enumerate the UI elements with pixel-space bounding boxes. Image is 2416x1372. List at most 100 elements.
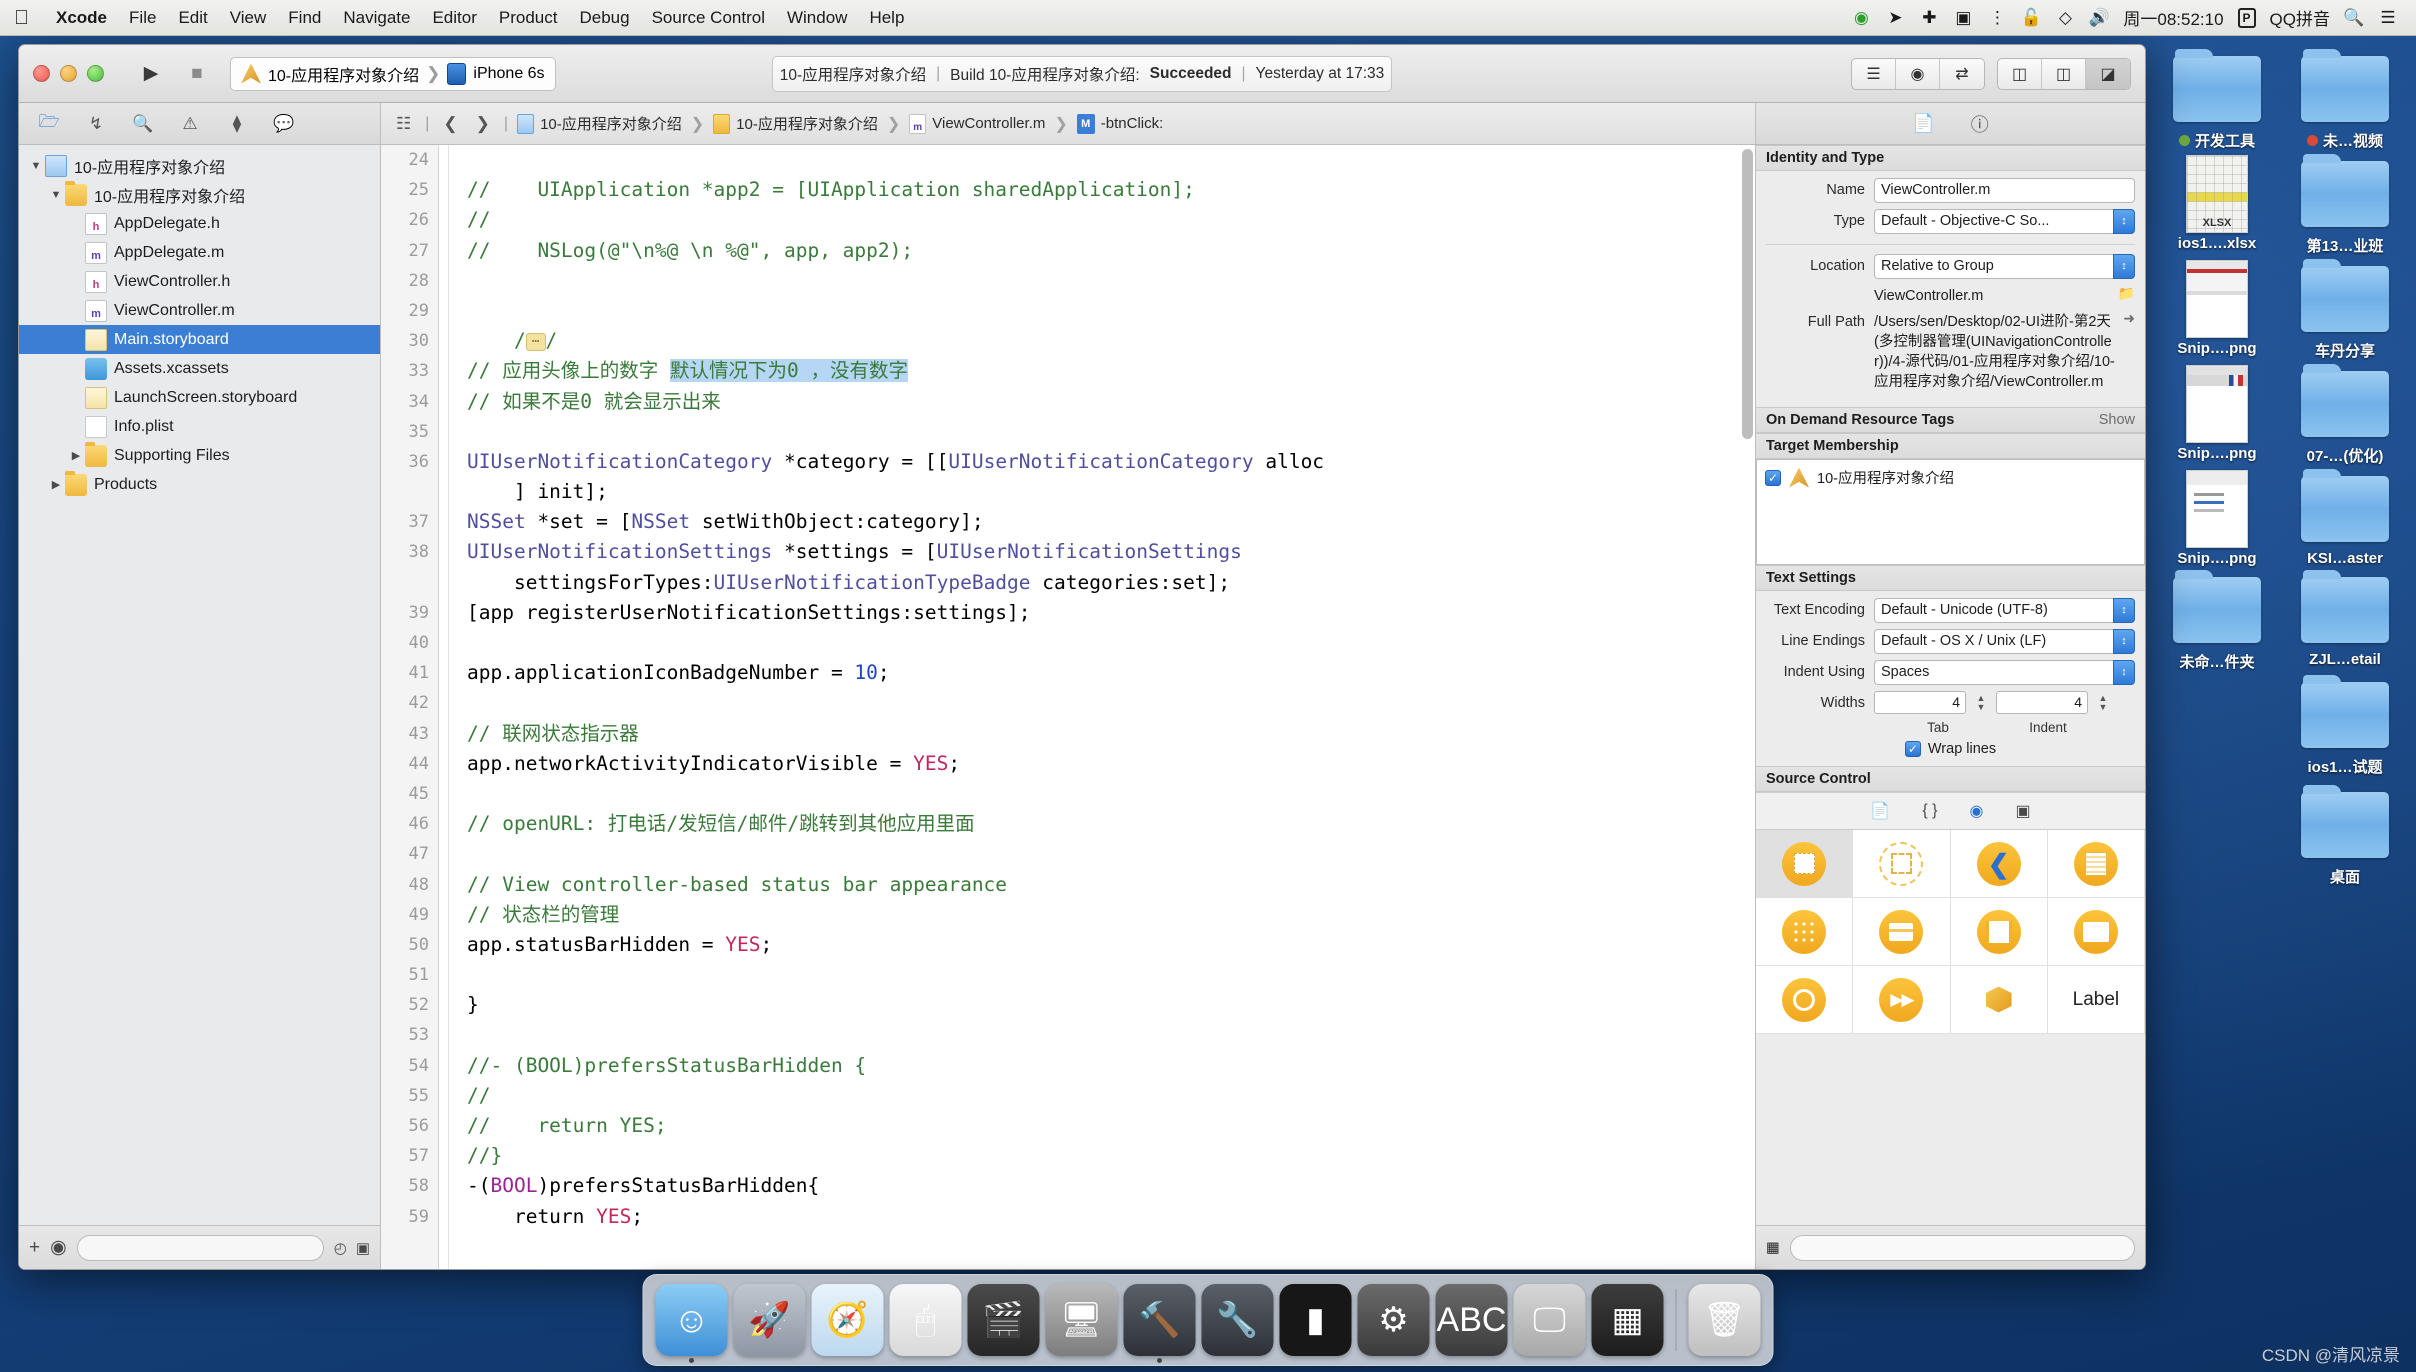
code-line[interactable]: UIUserNotificationSettings *settings = [… — [467, 537, 1755, 567]
filter-icon[interactable]: ◉ — [50, 1236, 67, 1259]
toggle-inspector-button[interactable]: ◪ — [2086, 58, 2130, 89]
tree-item[interactable]: Assets.xcassets — [19, 354, 380, 383]
tree-item[interactable]: ▼ 10-应用程序对象介绍 — [19, 151, 380, 180]
code-line[interactable] — [467, 839, 1755, 869]
tree-item[interactable]: h ViewController.h — [19, 267, 380, 296]
disclosure-open-icon[interactable]: ▼ — [47, 189, 65, 201]
menu-source-control[interactable]: Source Control — [641, 8, 776, 28]
code-line[interactable]: // 应用头像上的数字 默认情况下为0 ，没有数字 — [467, 356, 1755, 386]
zoom-window-button[interactable] — [87, 65, 104, 82]
toggle-navigator-button[interactable]: ◫ — [1998, 58, 2042, 89]
code-line[interactable] — [467, 688, 1755, 718]
desktop-icon[interactable]: 第13…业班 — [2284, 154, 2406, 256]
dropbox-icon[interactable]: ◇ — [2055, 8, 2075, 28]
code-line[interactable] — [467, 1020, 1755, 1050]
code-line[interactable]: } — [467, 990, 1755, 1020]
search-navigator-tab[interactable]: 🔍 — [121, 108, 165, 140]
tv-item[interactable] — [2047, 898, 2145, 966]
go-back-button[interactable]: ❮ — [438, 114, 462, 134]
panel-toggle-segments[interactable]: ◫ ◫ ◪ — [1997, 57, 2131, 90]
standard-editor-button[interactable]: ☰ — [1852, 58, 1896, 89]
menu-xcode[interactable]: Xcode — [45, 8, 118, 28]
playback-item[interactable]: ▶▶ — [1853, 966, 1951, 1034]
desktop-icon[interactable]: 07-…(优化) — [2284, 364, 2406, 466]
file-inspector-tab[interactable]: 📄 — [1912, 113, 1934, 134]
on-demand-resource-tags-header[interactable]: On Demand Resource Tags Show — [1756, 407, 2145, 433]
dock-xtrans-icon[interactable]: ABC — [1435, 1284, 1508, 1356]
code-editor[interactable]: 24 25 26 27 28 29 30 33 34 35 36 37 38 39 40 41 42 43 44… — [381, 145, 1755, 1269]
target-checkbox[interactable]: ✓ — [1765, 469, 1781, 486]
object-ghost-item[interactable] — [1853, 830, 1951, 898]
source-control-navigator-tab[interactable]: ↯ — [74, 108, 118, 140]
label-item[interactable]: Label — [2047, 966, 2145, 1034]
go-forward-button[interactable]: ❯ — [471, 114, 495, 134]
wrap-lines-row[interactable]: ✓ Wrap lines — [1766, 741, 2135, 757]
code-line[interactable]: app.networkActivityIndicatorVisible = YE… — [467, 749, 1755, 779]
source-code-text[interactable]: // UIApplication *app2 = [UIApplication … — [449, 145, 1755, 1269]
code-line[interactable]: // UIApplication *app2 = [UIApplication … — [467, 175, 1755, 205]
breadcrumb-symbol[interactable]: M -btnClick: — [1076, 113, 1163, 134]
code-line[interactable]: return YES; — [467, 1202, 1755, 1232]
dock-calculator-icon[interactable]: ▦ — [1591, 1284, 1664, 1356]
report-navigator-tab[interactable]: 💬 — [262, 108, 306, 140]
code-line[interactable]: NSSet *set = [NSSet setWithObject:catego… — [467, 507, 1755, 537]
indent-using-popup[interactable]: Spaces ↕ — [1874, 660, 2135, 685]
tab-width-stepper[interactable]: ▲ ▼ — [1974, 691, 1988, 714]
dock-quicktime-icon[interactable]: 🎬 — [967, 1284, 1040, 1356]
quick-help-tab[interactable]: ⓘ — [1971, 111, 1989, 137]
line-endings-popup[interactable]: Default - OS X / Unix (LF) ↕ — [1874, 629, 2135, 654]
code-line[interactable] — [467, 779, 1755, 809]
menu-find[interactable]: Find — [277, 8, 332, 28]
version-editor-button[interactable]: ⇄ — [1940, 59, 1984, 89]
target-membership-list[interactable]: ✓ 10-应用程序对象介绍 — [1756, 459, 2145, 565]
media-library-tab[interactable]: ▣ — [2015, 801, 2030, 821]
tree-item[interactable]: m ViewController.m — [19, 296, 380, 325]
tree-item[interactable]: Main.storyboard — [19, 325, 380, 354]
menu-window[interactable]: Window — [776, 8, 858, 28]
editor-scrollbar[interactable] — [1742, 149, 1753, 439]
disclosure-closed-icon[interactable]: ▶ — [47, 478, 65, 491]
disclosure-closed-icon[interactable]: ▶ — [67, 449, 85, 462]
code-line[interactable]: app.applicationIconBadgeNumber = 10; — [467, 658, 1755, 688]
tree-item[interactable]: Info.plist — [19, 412, 380, 441]
target-membership-header[interactable]: Target Membership — [1756, 433, 2145, 459]
dock-finder-icon[interactable] — [655, 1284, 728, 1363]
editor-mode-segments[interactable]: ☰ ◉ ⇄ — [1851, 57, 1985, 90]
code-line[interactable] — [467, 628, 1755, 658]
dock-launchpad-icon[interactable]: 🚀 — [733, 1284, 806, 1356]
target-row[interactable]: ✓ 10-应用程序对象介绍 — [1765, 467, 2136, 488]
input-method-label[interactable]: QQ拼音 — [2270, 5, 2330, 30]
fold-ribbon[interactable] — [439, 145, 449, 1269]
collection-view-item[interactable] — [1756, 898, 1854, 966]
location-popup[interactable]: Relative to Group ↕ — [1874, 254, 2135, 279]
text-settings-header[interactable]: Text Settings — [1756, 565, 2145, 591]
desktop-icon[interactable]: XLSX ios1….xlsx — [2156, 155, 2278, 256]
card-item[interactable] — [1853, 898, 1951, 966]
tab-width-field[interactable]: 4 — [1874, 691, 1966, 714]
related-items-icon[interactable]: ☷ — [391, 114, 416, 134]
dock-xcode-beta-icon[interactable]: 🔧 — [1201, 1284, 1274, 1356]
input-method-badge-icon[interactable]: P — [2237, 7, 2256, 28]
menu-file[interactable]: File — [118, 8, 167, 28]
code-line[interactable]: //- (BOOL)prefersStatusBarHidden { — [467, 1051, 1755, 1081]
run-button[interactable]: ▶ — [128, 57, 174, 91]
object-library-grid[interactable]: ❮ ▶▶ Label — [1756, 830, 2145, 1034]
code-line[interactable]: // 状态栏的管理 — [467, 900, 1755, 930]
table-view-item[interactable] — [2047, 830, 2145, 898]
navigator-filter-input[interactable] — [76, 1234, 324, 1261]
ring-item[interactable] — [1756, 966, 1854, 1034]
indent-width-stepper[interactable]: ▲ ▼ — [2096, 691, 2110, 714]
code-line[interactable]: -(BOOL)prefersStatusBarHidden{ — [467, 1171, 1755, 1201]
wrap-lines-checkbox[interactable]: ✓ — [1904, 741, 1921, 757]
bluetooth-icon[interactable]: ✚ — [1919, 8, 1939, 28]
scene-kit-item[interactable] — [1950, 966, 2048, 1034]
dock-terminal-icon[interactable]: ▮ — [1279, 1284, 1352, 1356]
issue-navigator-tab[interactable]: ⚠ — [168, 108, 212, 140]
navigation-item[interactable]: ❮ — [1950, 830, 2048, 898]
menu-editor[interactable]: Editor — [421, 8, 487, 28]
choose-file-icon[interactable]: 📁 — [2117, 285, 2135, 302]
screencast-icon[interactable]: ▣ — [1953, 8, 1973, 28]
file-template-library-tab[interactable]: 📄 — [1870, 801, 1890, 821]
tree-item[interactable]: LaunchScreen.storyboard — [19, 383, 380, 412]
identity-and-type-header[interactable]: Identity and Type — [1756, 145, 2145, 171]
